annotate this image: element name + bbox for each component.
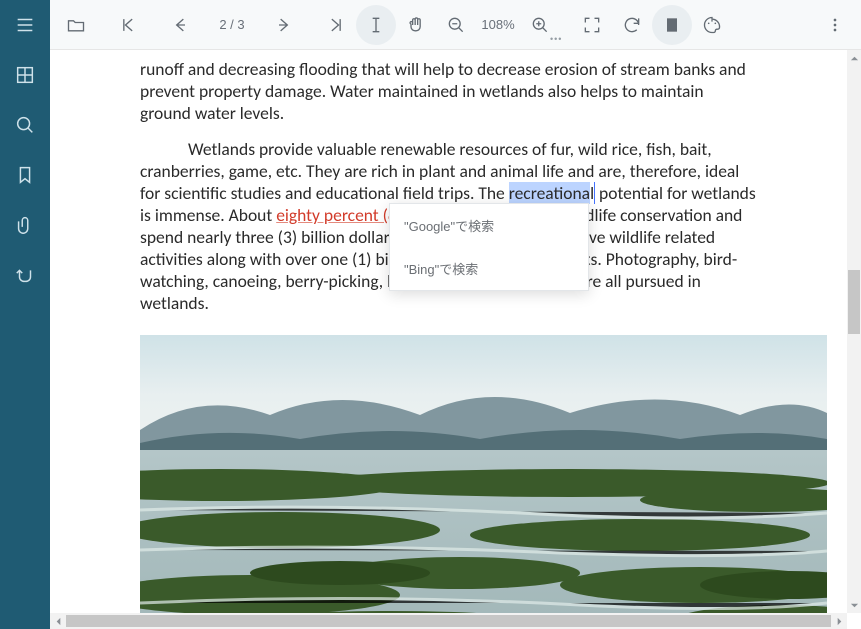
overflow-indicator: •••: [550, 34, 562, 44]
open-file-button[interactable]: [56, 5, 96, 45]
toolbar: 2 / 3 108% •••: [50, 0, 861, 50]
zoom-level[interactable]: 108%: [476, 17, 520, 32]
pan-tool[interactable]: [396, 5, 436, 45]
viewer: runoff and decreasing flooding that will…: [50, 50, 861, 629]
horizontal-scroll-thumb[interactable]: [66, 615, 831, 627]
horizontal-scrollbar[interactable]: [50, 613, 847, 629]
sidebar: [0, 0, 50, 629]
page-indicator[interactable]: 2 / 3: [212, 17, 252, 32]
bookmark-icon[interactable]: [0, 150, 50, 200]
search-google-menuitem[interactable]: "Google"で検索: [390, 204, 588, 247]
text-select-tool[interactable]: [356, 5, 396, 45]
palette-button[interactable]: [692, 5, 732, 45]
context-menu: "Google"で検索 "Bing"で検索: [389, 203, 589, 291]
zoom-out-button[interactable]: [436, 5, 476, 45]
more-icon[interactable]: [815, 5, 855, 45]
fit-page-button[interactable]: [652, 5, 692, 45]
scroll-down-arrow[interactable]: [847, 597, 861, 613]
first-page-button[interactable]: [108, 5, 148, 45]
paragraph-1[interactable]: runoff and decreasing flooding that will…: [140, 58, 757, 124]
rotate-button[interactable]: [612, 5, 652, 45]
menu-icon[interactable]: [0, 0, 50, 50]
scroll-right-arrow[interactable]: [831, 613, 847, 629]
document-scroll[interactable]: runoff and decreasing flooding that will…: [50, 50, 847, 613]
next-page-button[interactable]: [264, 5, 304, 45]
document-image: [140, 335, 827, 613]
fullscreen-button[interactable]: [572, 5, 612, 45]
scroll-left-arrow[interactable]: [50, 613, 66, 629]
prev-page-button[interactable]: [160, 5, 200, 45]
vertical-scrollbar[interactable]: [847, 50, 861, 613]
grid-icon[interactable]: [0, 50, 50, 100]
text-selection[interactable]: recreationa: [509, 182, 590, 204]
vertical-scroll-thumb[interactable]: [848, 270, 860, 334]
scroll-up-arrow[interactable]: [847, 50, 861, 66]
search-icon[interactable]: [0, 100, 50, 150]
search-bing-menuitem[interactable]: "Bing"で検索: [390, 247, 588, 290]
attachment-icon[interactable]: [0, 200, 50, 250]
last-page-button[interactable]: [316, 5, 356, 45]
undo-icon[interactable]: [0, 250, 50, 300]
